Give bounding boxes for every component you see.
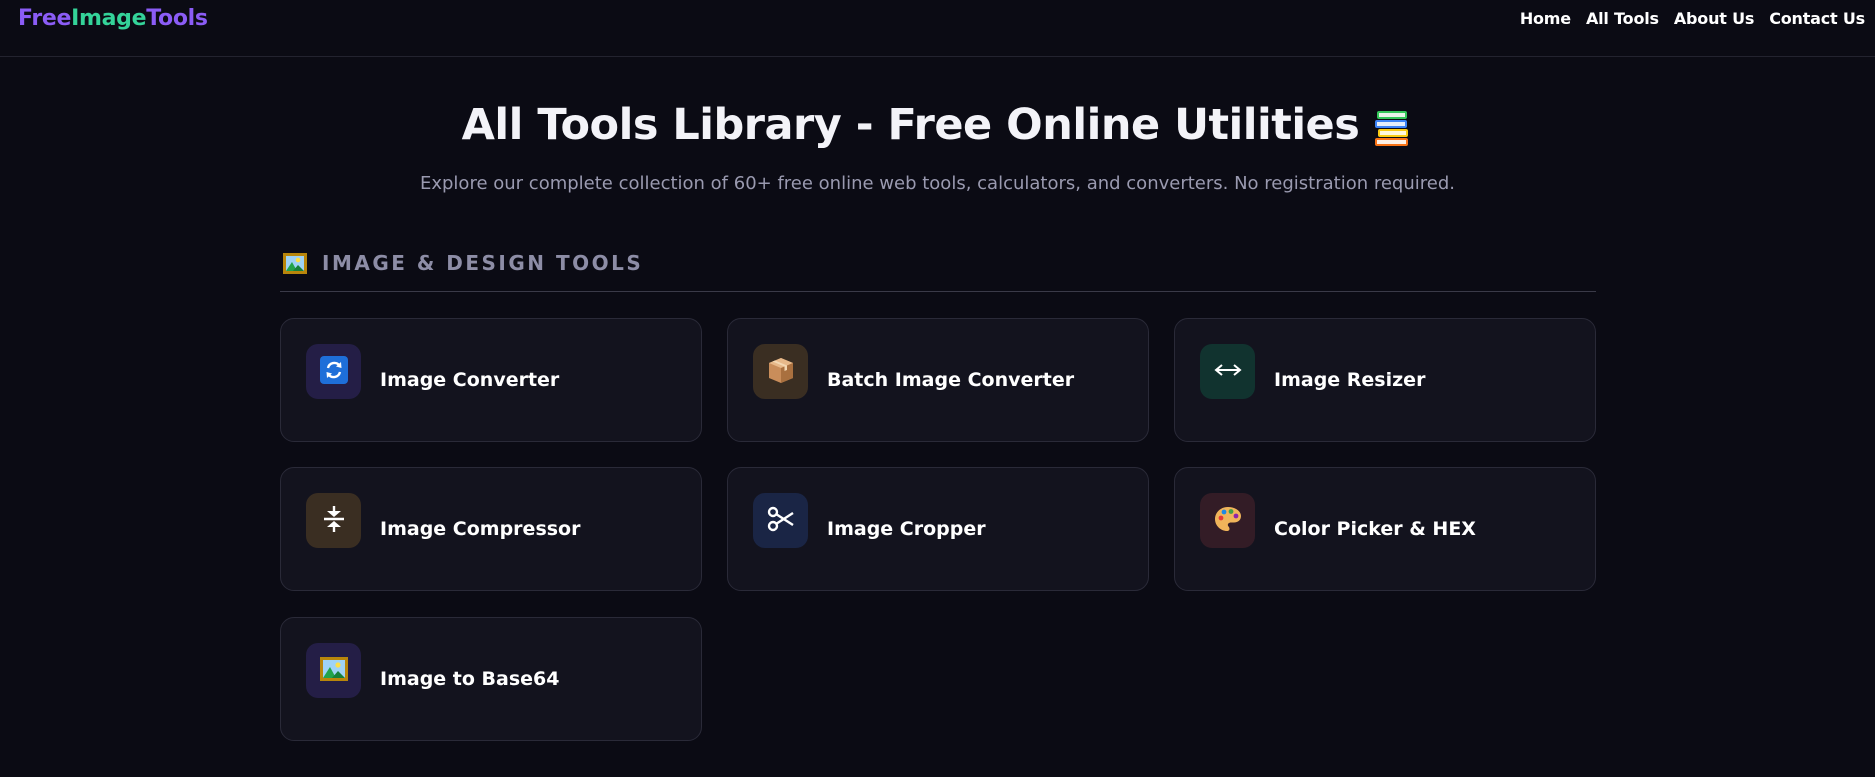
tool-card-image-compressor[interactable]: Image Compressor [280,467,702,591]
tool-icon-box [753,344,808,399]
top-bar: FreeImageTools Home All Tools About Us C… [0,0,1875,57]
site-logo[interactable]: FreeImageTools [18,6,208,31]
logo-part-tools: Tools [146,6,208,31]
framed-picture-icon [283,253,307,274]
palette-icon [1213,504,1243,538]
nav-link-home[interactable]: Home [1520,9,1571,28]
compress-arrows-icon [321,505,347,537]
books-icon [1373,108,1413,148]
scissors-icon [767,506,795,536]
logo-part-image: Image [71,6,147,31]
section-title: IMAGE & DESIGN TOOLS [322,251,644,275]
tool-label: Image Converter [380,369,560,391]
tool-label: Image to Base64 [380,668,560,690]
tool-label: Batch Image Converter [827,369,1075,391]
page-title-text: All Tools Library - Free Online Utilitie… [461,100,1360,150]
tool-icon-box [306,344,361,399]
tool-label: Color Picker & HEX [1274,518,1476,540]
nav-link-contact-us[interactable]: Contact Us [1769,9,1865,28]
tool-card-image-cropper[interactable]: Image Cropper [727,467,1149,591]
framed-picture-icon [319,656,348,685]
page-subtitle: Explore our complete collection of 60+ f… [419,173,1455,194]
tool-icon-box [306,493,361,548]
tool-card-batch-image-converter[interactable]: Batch Image Converter [727,318,1149,442]
nav-link-about-us[interactable]: About Us [1674,9,1755,28]
left-right-arrow-icon [1213,362,1243,382]
tool-card-image-resizer[interactable]: Image Resizer [1174,318,1596,442]
tool-card-color-picker[interactable]: Color Picker & HEX [1174,467,1596,591]
tool-label: Image Compressor [380,518,581,540]
tool-card-image-to-base64[interactable]: Image to Base64 [280,617,702,741]
tool-label: Image Cropper [827,518,986,540]
tool-card-image-converter[interactable]: Image Converter [280,318,702,442]
tool-icon-box [1200,493,1255,548]
refresh-arrows-icon [319,355,348,388]
tool-icon-box [1200,344,1255,399]
nav-link-all-tools[interactable]: All Tools [1586,9,1659,28]
tool-icon-box [306,643,361,698]
package-box-icon [766,355,796,389]
page-title: All Tools Library - Free Online Utilitie… [0,100,1875,150]
logo-part-free: Free [18,6,72,31]
tool-icon-box [753,493,808,548]
section-header: IMAGE & DESIGN TOOLS [280,249,1596,292]
tool-label: Image Resizer [1274,369,1426,391]
main-nav: Home All Tools About Us Contact Us [1520,9,1865,28]
